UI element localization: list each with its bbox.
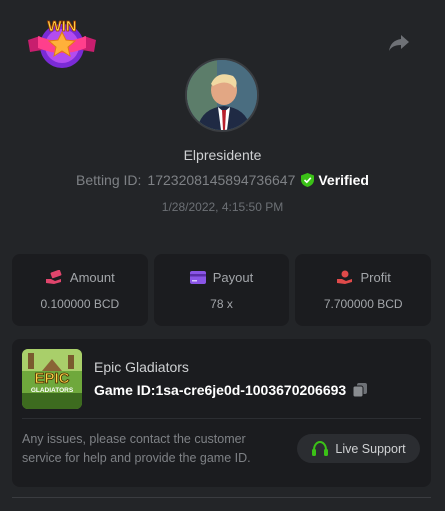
avatar	[185, 58, 259, 132]
game-id-row: Game ID:1sa-cre6je0d-1003670206693	[94, 382, 368, 398]
win-badge-text: WIN	[47, 18, 76, 35]
bottom-divider	[12, 497, 431, 498]
support-message: Any issues, please contact the customer …	[22, 432, 251, 465]
live-support-label: Live Support	[335, 441, 406, 456]
betting-id-row: Betting ID: 1723208145894736647 Verified	[0, 172, 445, 188]
stat-payout: Payout 78 x	[153, 254, 290, 326]
stat-amount-value: 0.100000 BCD	[40, 296, 120, 311]
game-id-value: 1sa-cre6je0d-1003670206693	[155, 382, 347, 398]
card-icon	[189, 270, 206, 284]
headset-icon	[312, 440, 329, 456]
win-badge-logo: WIN	[26, 14, 98, 72]
stat-profit: Profit 7.700000 BCD	[295, 254, 432, 326]
game-thumb-title: EPIC	[34, 370, 69, 387]
stat-payout-value: 78 x	[210, 296, 233, 311]
money-hand-icon	[45, 270, 62, 284]
stat-profit-value: 7.700000 BCD	[323, 296, 403, 311]
game-name: Epic Gladiators	[94, 359, 189, 375]
bet-timestamp: 1/28/2022, 4:15:50 PM	[161, 200, 284, 214]
profit-hand-icon	[336, 270, 352, 284]
verified-label: Verified	[318, 172, 369, 188]
username: Elpresidente	[183, 147, 262, 163]
stat-profit-label: Profit	[360, 269, 391, 285]
copy-icon[interactable]	[352, 382, 368, 398]
share-icon[interactable]	[388, 33, 410, 53]
stat-amount: Amount 0.100000 BCD	[12, 254, 148, 326]
verified-badge: Verified	[301, 172, 369, 188]
game-id-label: Game ID:	[94, 382, 156, 398]
stat-payout-label: Payout	[212, 269, 254, 285]
game-card: EPIC GLADIATORS Epic Gladiators Game ID:…	[12, 339, 431, 487]
betting-id-value: 1723208145894736647	[147, 172, 296, 188]
shield-check-icon	[301, 173, 315, 187]
game-thumb-subtitle: GLADIATORS	[31, 387, 74, 394]
live-support-button[interactable]: Live Support	[297, 434, 420, 463]
bet-stats: Amount 0.100000 BCD Payout 78 x Profit 7…	[12, 254, 432, 326]
game-card-divider	[22, 418, 421, 419]
betting-id-label: Betting ID:	[76, 172, 142, 188]
game-thumbnail[interactable]: EPIC GLADIATORS	[22, 349, 82, 409]
stat-amount-label: Amount	[69, 269, 115, 285]
